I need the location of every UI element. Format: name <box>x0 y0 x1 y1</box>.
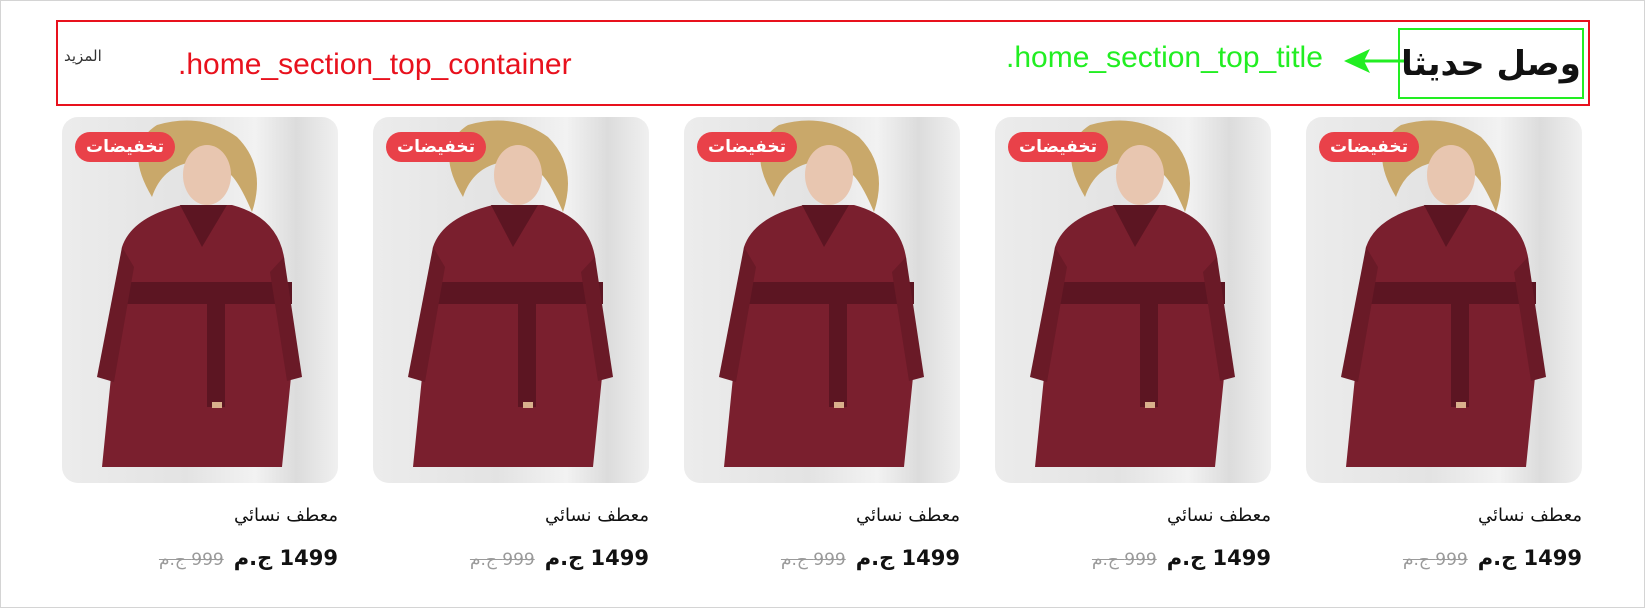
coat-photo-icon <box>719 120 924 467</box>
product-card[interactable]: تخفيضات معطف نسائي 1499 ج.م 999 ج.م <box>1306 117 1582 570</box>
old-price: 999 ج.م <box>1402 550 1468 570</box>
old-price: 999 ج.م <box>1091 550 1157 570</box>
old-price: 999 ج.م <box>780 550 846 570</box>
product-name[interactable]: معطف نسائي <box>995 505 1271 526</box>
product-grid: تخفيضات معطف نسائي 1499 ج.م 999 ج.م تخفي… <box>62 117 1582 570</box>
coat-photo-icon <box>1030 120 1235 467</box>
price-row: 1499 ج.م 999 ج.م <box>1306 546 1582 570</box>
home-section-top-title: وصل حديثا <box>1398 28 1584 99</box>
sale-badge: تخفيضات <box>75 132 176 162</box>
product-image[interactable]: تخفيضات <box>995 117 1271 483</box>
old-price: 999 ج.م <box>469 550 535 570</box>
current-price: 1499 ج.م <box>1477 546 1582 570</box>
product-name[interactable]: معطف نسائي <box>684 505 960 526</box>
page: المزيد .home_section_top_container .home… <box>0 0 1645 608</box>
current-price: 1499 ج.م <box>855 546 960 570</box>
product-card[interactable]: تخفيضات معطف نسائي 1499 ج.م 999 ج.م <box>995 117 1271 570</box>
current-price: 1499 ج.م <box>233 546 338 570</box>
coat-photo-icon <box>1341 120 1546 467</box>
price-row: 1499 ج.م 999 ج.م <box>684 546 960 570</box>
section-title: وصل حديثا <box>1401 43 1581 84</box>
product-name[interactable]: معطف نسائي <box>373 505 649 526</box>
current-price: 1499 ج.م <box>1166 546 1271 570</box>
price-row: 1499 ج.م 999 ج.م <box>995 546 1271 570</box>
product-name[interactable]: معطف نسائي <box>1306 505 1582 526</box>
container-class-annotation: .home_section_top_container <box>178 48 572 81</box>
home-section-top-container: المزيد .home_section_top_container .home… <box>56 20 1590 106</box>
product-name[interactable]: معطف نسائي <box>62 505 338 526</box>
product-image[interactable]: تخفيضات <box>62 117 338 483</box>
coat-photo-icon <box>408 120 613 467</box>
product-image[interactable]: تخفيضات <box>1306 117 1582 483</box>
more-link[interactable]: المزيد <box>64 47 102 65</box>
sale-badge: تخفيضات <box>697 132 798 162</box>
sale-badge: تخفيضات <box>1008 132 1109 162</box>
price-row: 1499 ج.م 999 ج.م <box>373 546 649 570</box>
title-class-annotation: .home_section_top_title <box>1006 41 1323 74</box>
current-price: 1499 ج.م <box>544 546 649 570</box>
product-card[interactable]: تخفيضات معطف نسائي 1499 ج.م 999 ج.م <box>373 117 649 570</box>
sale-badge: تخفيضات <box>386 132 487 162</box>
old-price: 999 ج.م <box>158 550 224 570</box>
product-card[interactable]: تخفيضات معطف نسائي 1499 ج.م 999 ج.م <box>62 117 338 570</box>
annotation-arrow-icon <box>1344 49 1404 73</box>
product-image[interactable]: تخفيضات <box>684 117 960 483</box>
product-card[interactable]: تخفيضات معطف نسائي 1499 ج.م 999 ج.م <box>684 117 960 570</box>
product-image[interactable]: تخفيضات <box>373 117 649 483</box>
sale-badge: تخفيضات <box>1319 132 1420 162</box>
price-row: 1499 ج.م 999 ج.م <box>62 546 338 570</box>
coat-photo-icon <box>97 120 302 467</box>
